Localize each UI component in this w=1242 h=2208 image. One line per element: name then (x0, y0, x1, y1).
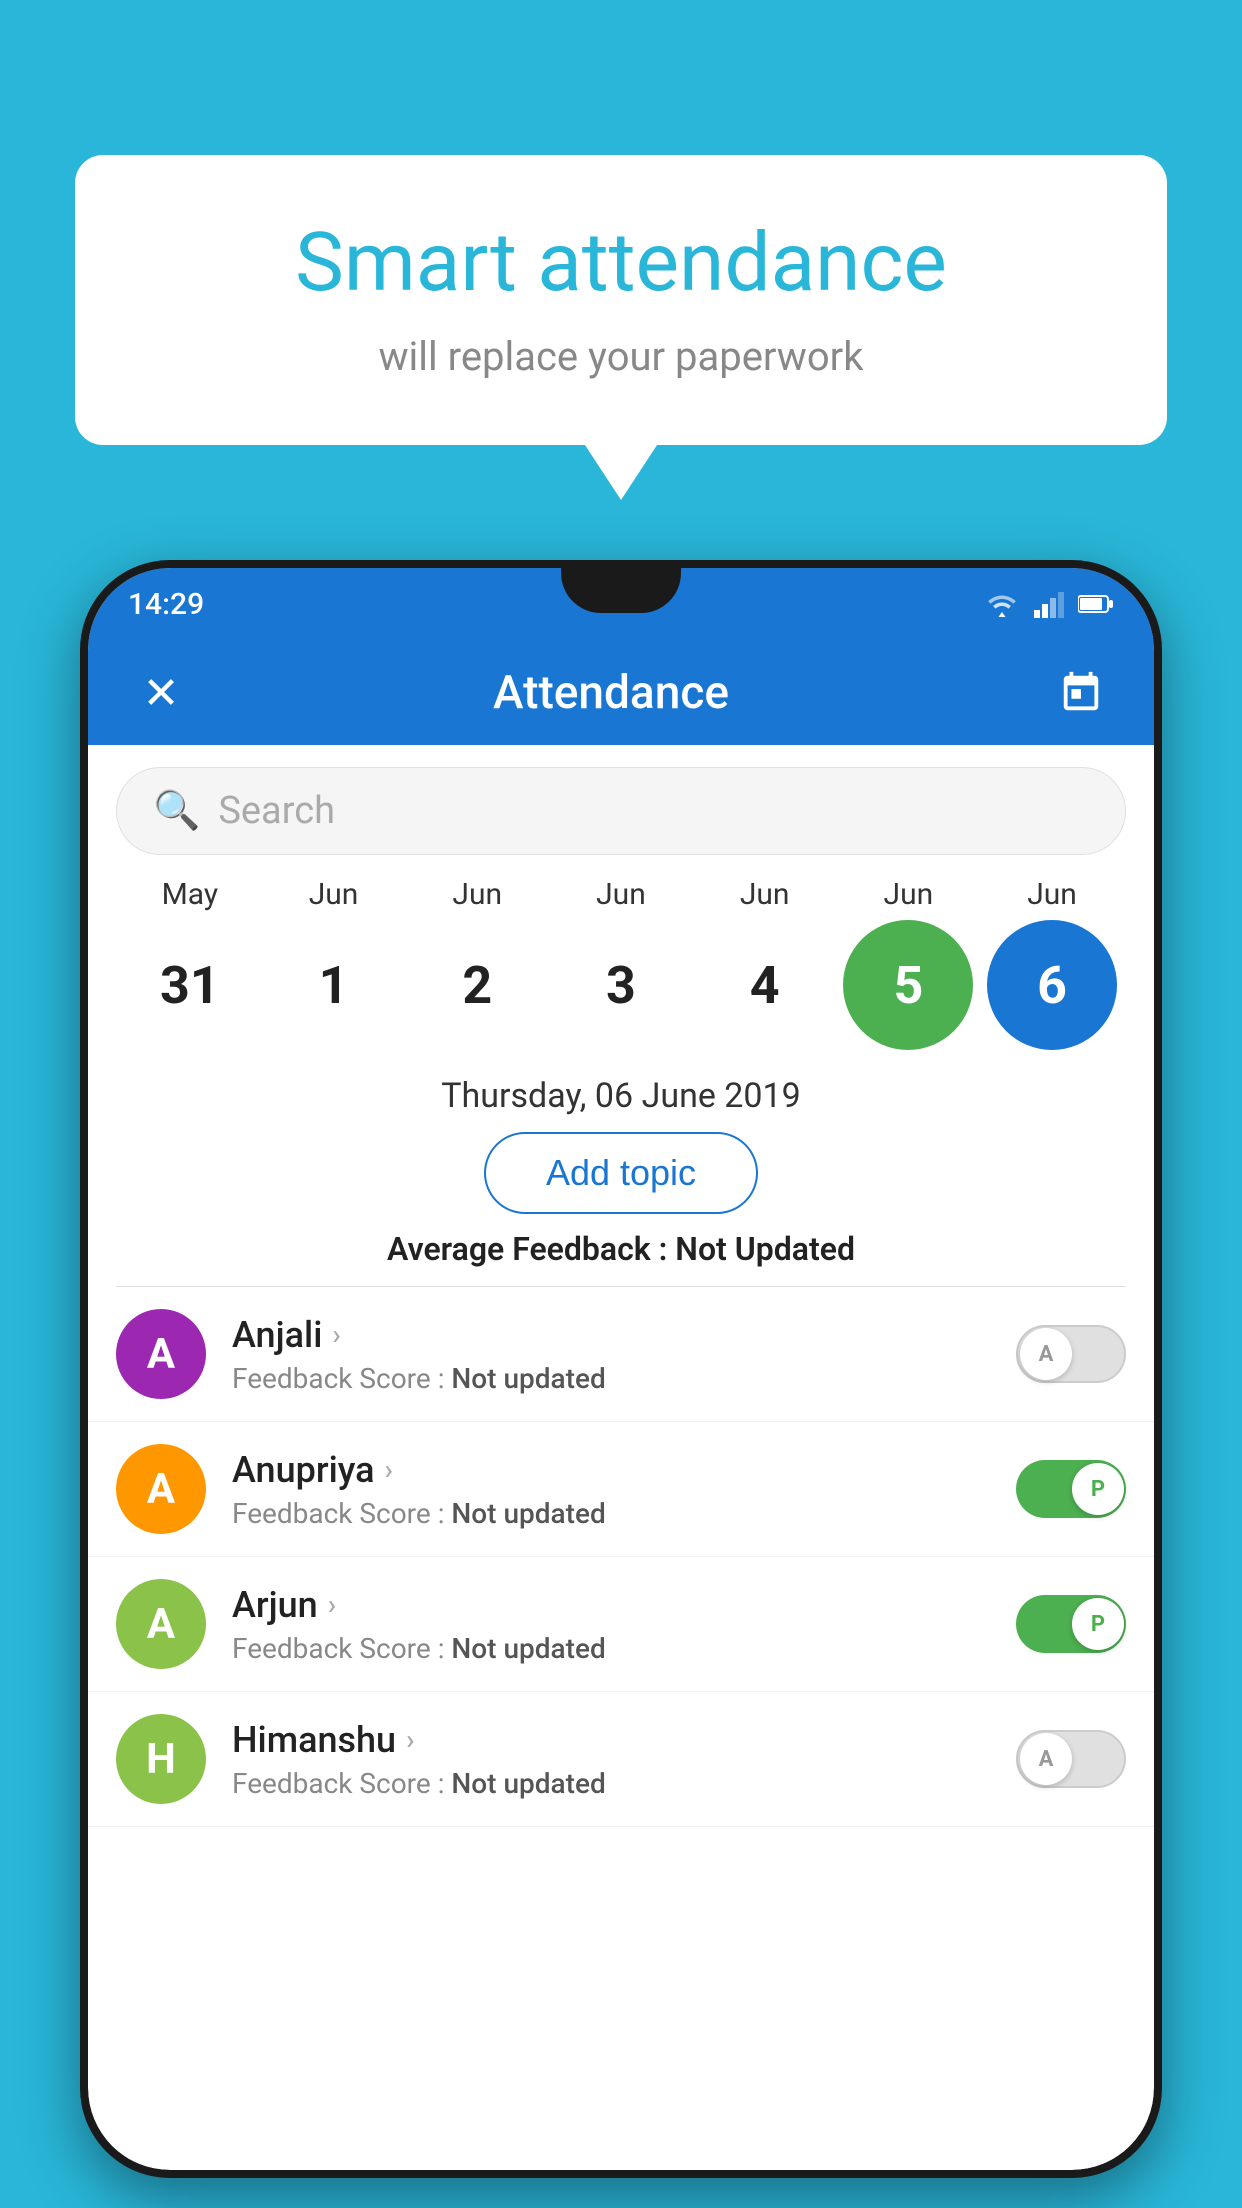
feedback-score-0: Feedback Score : Not updated (232, 1362, 1016, 1395)
toggle-container-0[interactable]: A (1016, 1325, 1126, 1383)
avatar-2: A (116, 1579, 206, 1669)
student-list: A Anjali › Feedback Score : Not updated … (88, 1287, 1154, 1827)
toggle-container-2[interactable]: P (1016, 1595, 1126, 1653)
search-placeholder: Search (218, 789, 335, 833)
chevron-icon-0: › (332, 1318, 340, 1351)
phone-screen: 14:29 (88, 568, 1154, 2170)
calendar-strip: May Jun Jun Jun Jun Jun Jun 31123456 (88, 877, 1154, 1068)
month-label-0: May (125, 877, 255, 912)
toggle-knob-0: A (1020, 1328, 1072, 1380)
feedback-score-3: Feedback Score : Not updated (232, 1767, 1016, 1800)
avatar-1: A (116, 1444, 206, 1534)
wifi-icon (984, 590, 1020, 618)
feedback-score-1: Feedback Score : Not updated (232, 1497, 1016, 1530)
avatar-3: H (116, 1714, 206, 1804)
student-info-2: Arjun › Feedback Score : Not updated (232, 1584, 1016, 1665)
date-item-1[interactable]: 1 (269, 920, 399, 1050)
student-info-1: Anupriya › Feedback Score : Not updated (232, 1449, 1016, 1530)
date-item-5[interactable]: 5 (843, 920, 973, 1050)
signal-icon (1034, 590, 1064, 618)
add-topic-button[interactable]: Add topic (484, 1132, 758, 1214)
app-bar: ✕ Attendance (88, 640, 1154, 745)
month-label-3: Jun (556, 877, 686, 912)
speech-bubble: Smart attendance will replace your paper… (75, 155, 1167, 445)
dates-row: 31123456 (108, 912, 1134, 1068)
month-label-4: Jun (700, 877, 830, 912)
feedback-score-2: Feedback Score : Not updated (232, 1632, 1016, 1665)
student-item-3: H Himanshu › Feedback Score : Not update… (88, 1692, 1154, 1827)
toggle-2[interactable]: P (1016, 1595, 1126, 1653)
avg-feedback-label: Average Feedback : (387, 1230, 667, 1268)
student-info-3: Himanshu › Feedback Score : Not updated (232, 1719, 1016, 1800)
student-name-0[interactable]: Anjali › (232, 1314, 1016, 1356)
toggle-container-3[interactable]: A (1016, 1730, 1126, 1788)
months-row: May Jun Jun Jun Jun Jun Jun (108, 877, 1134, 912)
student-info-0: Anjali › Feedback Score : Not updated (232, 1314, 1016, 1395)
chevron-icon-2: › (328, 1588, 336, 1621)
search-icon: 🔍 (153, 789, 200, 833)
month-label-6: Jun (987, 877, 1117, 912)
toggle-1[interactable]: P (1016, 1460, 1126, 1518)
toggle-knob-1: P (1072, 1463, 1124, 1515)
student-name-1[interactable]: Anupriya › (232, 1449, 1016, 1491)
subtitle: will replace your paperwork (145, 333, 1097, 380)
search-bar[interactable]: 🔍 Search (116, 767, 1126, 855)
toggle-knob-3: A (1020, 1733, 1072, 1785)
main-title: Smart attendance (145, 215, 1097, 311)
avg-feedback: Average Feedback : Not Updated (88, 1230, 1154, 1268)
date-item-3[interactable]: 3 (556, 920, 686, 1050)
app-bar-title: Attendance (196, 666, 1026, 720)
toggle-0[interactable]: A (1016, 1325, 1126, 1383)
battery-icon (1078, 593, 1114, 615)
student-name-3[interactable]: Himanshu › (232, 1719, 1016, 1761)
toggle-3[interactable]: A (1016, 1730, 1126, 1788)
student-item-2: A Arjun › Feedback Score : Not updated P (88, 1557, 1154, 1692)
status-time: 14:29 (128, 587, 204, 622)
date-item-4[interactable]: 4 (700, 920, 830, 1050)
status-icons (984, 590, 1114, 618)
avatar-0: A (116, 1309, 206, 1399)
toggle-knob-2: P (1072, 1598, 1124, 1650)
month-label-1: Jun (269, 877, 399, 912)
chevron-icon-3: › (406, 1723, 414, 1756)
selected-date: Thursday, 06 June 2019 (88, 1076, 1154, 1116)
date-item-2[interactable]: 2 (412, 920, 542, 1050)
student-item-1: A Anupriya › Feedback Score : Not update… (88, 1422, 1154, 1557)
date-item-6[interactable]: 6 (987, 920, 1117, 1050)
toggle-container-1[interactable]: P (1016, 1460, 1126, 1518)
phone-inner: 14:29 (88, 568, 1154, 2170)
calendar-icon (1058, 670, 1104, 716)
month-label-2: Jun (412, 877, 542, 912)
avg-feedback-value: Not Updated (675, 1230, 855, 1268)
phone-frame: 14:29 (80, 560, 1162, 2178)
close-button[interactable]: ✕ (126, 658, 196, 728)
calendar-button[interactable] (1046, 658, 1116, 728)
student-item-0: A Anjali › Feedback Score : Not updated … (88, 1287, 1154, 1422)
notch (561, 568, 681, 613)
date-item-0[interactable]: 31 (125, 920, 255, 1050)
month-label-5: Jun (843, 877, 973, 912)
speech-bubble-section: Smart attendance will replace your paper… (75, 155, 1167, 445)
chevron-icon-1: › (385, 1453, 393, 1486)
student-name-2[interactable]: Arjun › (232, 1584, 1016, 1626)
